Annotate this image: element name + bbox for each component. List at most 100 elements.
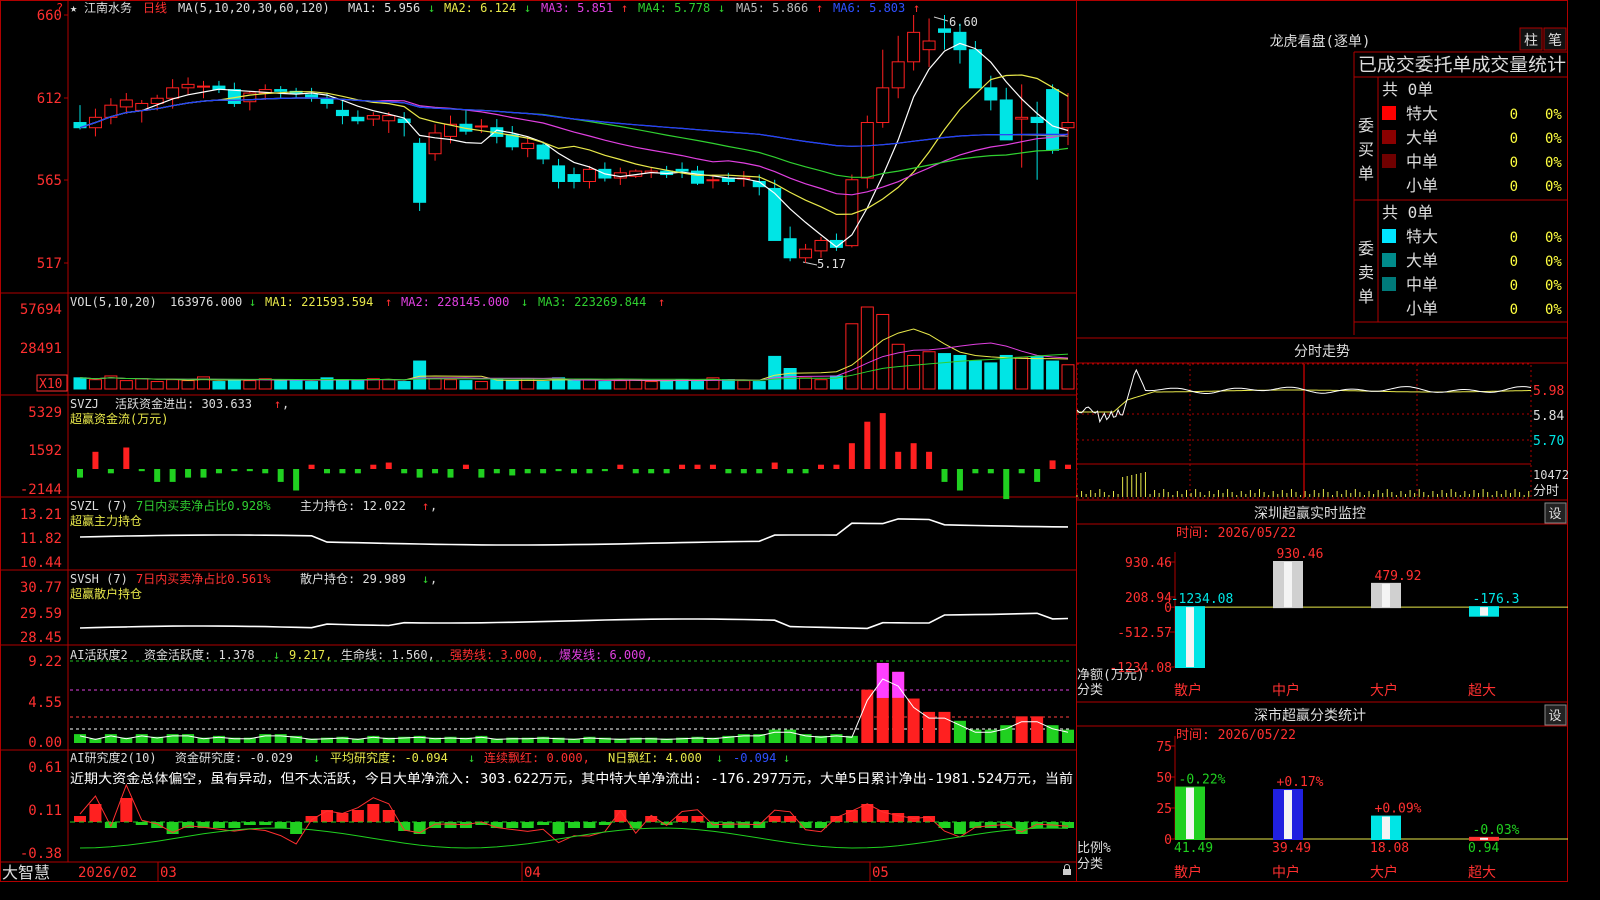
research-bar <box>444 822 457 828</box>
classifychart-value-label: -0.03% <box>1473 823 1520 838</box>
svzj-bar <box>802 469 809 474</box>
volume-bar-up <box>613 380 627 390</box>
research-bar <box>212 822 225 828</box>
volume-bar-down <box>660 380 674 390</box>
svzj-bar <box>123 447 130 469</box>
volume-bar-up <box>845 323 859 390</box>
candle-down <box>552 165 566 182</box>
monitorchart-value-label: 479.92 <box>1375 569 1422 584</box>
minute-ytick-2: 5.70 <box>1533 434 1564 449</box>
volume-bar-down <box>73 377 87 390</box>
classifychart-bar-highlight <box>1382 816 1390 839</box>
research-last-arrow: ↓ <box>783 751 790 765</box>
volume-bar-down <box>413 360 427 390</box>
candle-up <box>197 85 210 88</box>
research-bar <box>737 822 750 828</box>
sell-row-pct: 0% <box>1545 278 1562 294</box>
sell-row-count: 0 <box>1510 254 1518 270</box>
classify-chart: 75 50 25 0 -0.22% 散户 41.49 +0.17% 中户 39.49 +0.09% 大… <box>1156 736 1568 881</box>
volume-bar-down <box>289 380 303 390</box>
research-bar <box>367 804 380 822</box>
svzj-ytick-2: -2144 <box>20 482 62 498</box>
svzj-bar <box>308 464 315 469</box>
ma1-line <box>79 42 1069 248</box>
svzj-bar <box>586 469 593 474</box>
vol-ma3-arrow: ↑ <box>658 295 665 309</box>
monitorchart-category: 超大 <box>1468 683 1496 699</box>
vol-ytick-1: 28491 <box>20 341 62 357</box>
ma6-value: MA6: 5.803 <box>833 1 905 15</box>
sell-row-label: 大单 <box>1406 251 1438 270</box>
buy-row-swatch <box>1382 130 1396 144</box>
svsh-ytick-1: 29.59 <box>20 606 62 622</box>
research-bars <box>70 783 1074 849</box>
candle-up <box>876 87 890 124</box>
vol-ma2-arrow: ↓ <box>521 295 528 309</box>
ai-strong: 强势线: 3.000, <box>450 648 544 662</box>
ma1-arrow: ↓ <box>428 1 435 15</box>
candle-down <box>567 174 581 182</box>
svzj-bar <box>339 469 346 474</box>
buy-row-swatch <box>1382 106 1396 120</box>
monitor-settings-label: 设 <box>1548 507 1561 522</box>
volume-bar-up <box>629 379 643 390</box>
lock-icon[interactable] <box>1063 864 1071 875</box>
ma2-value: MA2: 6.124 <box>444 1 516 15</box>
svzj-bar <box>92 451 99 469</box>
svzj-bar <box>663 469 670 474</box>
svzj-bar <box>879 413 886 469</box>
volume-bar-down <box>938 353 951 390</box>
classifychart-value-label: +0.09% <box>1375 802 1422 817</box>
ma5-value: MA5: 5.866 <box>736 1 808 15</box>
buy-side-label: 买 <box>1358 140 1374 159</box>
research-bar <box>845 810 858 822</box>
svzj-bar <box>354 469 361 474</box>
sell-side-label: 委 <box>1358 239 1374 258</box>
svzj-bar <box>200 469 207 478</box>
ai-bar <box>953 720 966 743</box>
high-label: 6.60 <box>949 15 978 29</box>
research-bar <box>89 804 102 822</box>
volume-bar-up <box>382 379 396 390</box>
brand-logo: 大智慧 <box>2 863 50 882</box>
ai-bar <box>969 729 982 743</box>
volume-bar-down <box>351 380 365 390</box>
research-line-green <box>79 827 1069 849</box>
svzj-bar <box>987 469 994 474</box>
sell-row-count: 0 <box>1510 230 1518 246</box>
svsh-ratio: 7日内买卖净占比0.561% <box>136 571 271 586</box>
sell-row-swatch <box>1382 277 1396 291</box>
sell-total: 共 0单 <box>1382 203 1433 222</box>
svzj-bar <box>540 469 547 474</box>
ai-ytick-2: 0.00 <box>28 735 62 751</box>
ai-bar <box>1031 716 1044 743</box>
classifychart-bar-highlight <box>1186 787 1194 839</box>
svzl-ratio: 7日内买卖净占比0.928% <box>136 498 271 513</box>
svzj-bar <box>107 469 114 474</box>
candle-down <box>675 168 689 172</box>
classifychart-ytick: 25 <box>1156 802 1172 817</box>
monitorchart-value-label: 930.46 <box>1277 547 1324 562</box>
candle-up <box>1015 116 1029 120</box>
svzj-bar <box>493 469 500 474</box>
volume-bar-down <box>598 381 612 390</box>
volume-bar-down <box>1046 360 1060 390</box>
volume-bar-up <box>150 381 164 390</box>
svzj-arrow: ↑ <box>274 397 281 411</box>
svsh-hold: 散户持仓: 29.989 <box>300 571 406 586</box>
buy-row-pct: 0% <box>1545 107 1562 123</box>
research-bar <box>552 822 565 834</box>
ai-active-arrow: ↓ <box>273 648 280 662</box>
period-label[interactable]: 日线 <box>143 1 167 15</box>
sell-row-pct: 0% <box>1545 302 1562 318</box>
volume-bar-down <box>968 360 982 390</box>
candle-down <box>1046 89 1060 151</box>
research-avg: 平均研究度: -0.094 <box>330 750 448 765</box>
volume-bar-up <box>119 380 133 390</box>
research-bar <box>676 816 689 822</box>
volume-bar-up <box>1061 364 1075 390</box>
ai-ytick-1: 4.55 <box>28 695 62 711</box>
ai-title: AI活跃度2 <box>70 647 128 662</box>
x-label-2: 04 <box>524 865 541 881</box>
svzj-bar <box>138 469 145 472</box>
